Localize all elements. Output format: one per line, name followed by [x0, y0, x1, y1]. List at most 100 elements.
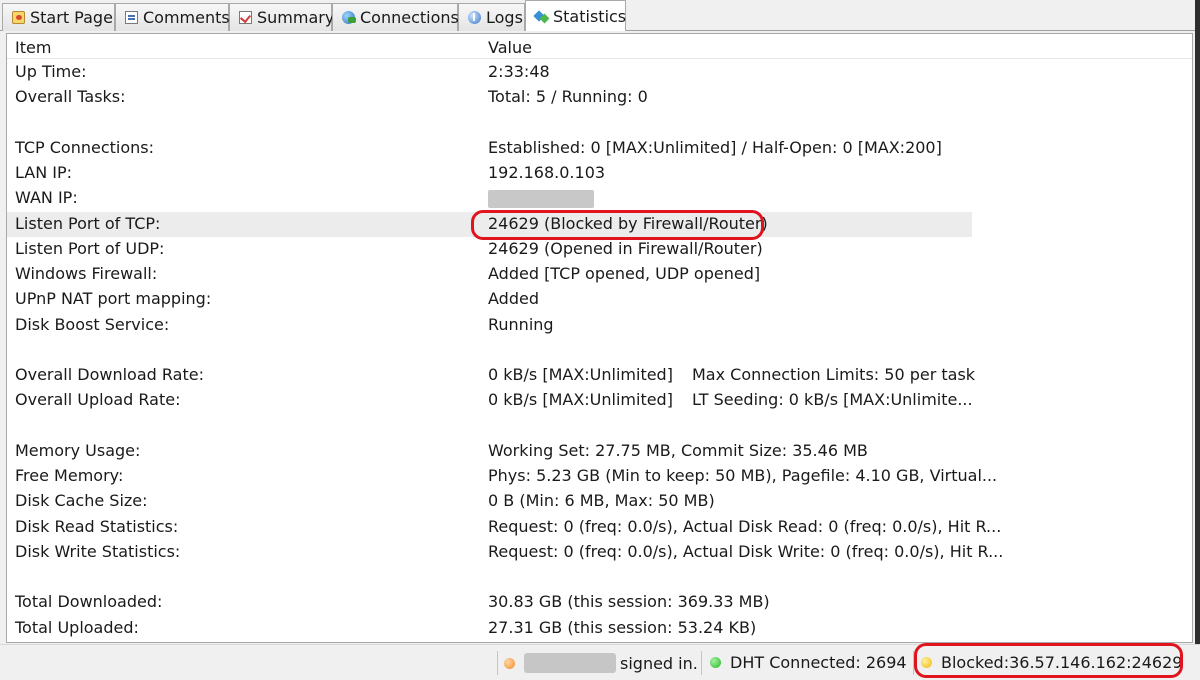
row-value: Established: 0 [MAX:Unlimited] / Half-Op…: [488, 137, 942, 157]
table-row[interactable]: WAN IP:: [7, 186, 972, 211]
row-item-label: Free Memory:: [15, 466, 124, 485]
row-item-label: Disk Cache Size:: [15, 491, 148, 511]
tab-summary[interactable]: Summary: [229, 3, 335, 31]
row-item-label: Windows Firewall:: [15, 264, 158, 283]
row-item-label: Overall Download Rate:: [15, 365, 204, 384]
row-value: 27.31 GB (this session: 53.24 KB): [488, 617, 757, 637]
dht-status[interactable]: DHT Connected: 2694: [710, 653, 907, 672]
table-row[interactable]: TCP Connections: Established: 0 [MAX:Unli…: [7, 136, 972, 161]
row-item-label: Overall Upload Rate:: [15, 390, 181, 410]
row-value-secondary: LT Seeding: 0 kB/s [MAX:Unlimite...: [692, 390, 973, 410]
row-item-label: LAN IP:: [15, 163, 73, 182]
row-value: Total: 5 / Running: 0: [488, 87, 648, 107]
tab-label: Logs: [486, 8, 523, 27]
redacted-username: [524, 653, 616, 673]
status-bar: signed in. DHT Connected: 2694 Blocked:3…: [0, 644, 1200, 680]
table-row[interactable]: Disk Boost Service: Running: [7, 313, 972, 338]
row-item-label: Disk Read Statistics:: [15, 516, 179, 536]
tab-connections[interactable]: Connections: [332, 3, 459, 31]
window-edge: [1195, 0, 1200, 644]
signed-in-status[interactable]: signed in.: [504, 653, 698, 673]
start-page-icon: [12, 11, 25, 24]
row-value: 24629 (Opened in Firewall/Router): [488, 238, 763, 258]
row-item-label: Total Uploaded:: [15, 617, 139, 637]
row-value-secondary: Max Connection Limits: 50 per task: [692, 365, 976, 384]
dht-dot-icon: [710, 657, 721, 668]
tab-label: Start Page: [30, 8, 113, 27]
table-row[interactable]: Listen Port of UDP: 24629 (Opened in Fire…: [7, 237, 972, 262]
table-row-spacer: [7, 414, 972, 439]
row-value: 24629 (Blocked by Firewall/Router): [488, 213, 768, 233]
row-item-label: Overall Tasks:: [15, 87, 126, 107]
row-value: 0 kB/s [MAX:Unlimited]: [488, 390, 673, 410]
status-separator: [913, 651, 914, 675]
tab-label: Comments: [143, 8, 230, 27]
table-row[interactable]: UPnP NAT port mapping: Added: [7, 287, 972, 312]
table-row[interactable]: LAN IP: 192.168.0.103: [7, 161, 972, 186]
tab-comments[interactable]: Comments: [115, 3, 230, 31]
tab-label: Statistics: [553, 6, 627, 26]
table-row-spacer: [7, 338, 972, 363]
blocked-label: Blocked:36.57.146.162:24629: [941, 653, 1183, 672]
row-value: Added [TCP opened, UDP opened]: [488, 264, 761, 283]
row-value: Added: [488, 289, 539, 309]
tab-start-page[interactable]: Start Page: [2, 3, 115, 31]
row-value: Phys: 5.23 GB (Min to keep: 50 MB), Page…: [488, 466, 998, 485]
table-row-spacer: [7, 111, 972, 136]
dht-label: DHT Connected: 2694: [730, 653, 907, 672]
summary-icon: [239, 11, 252, 24]
row-item-label: Listen Port of UDP:: [15, 238, 165, 258]
list-header: Item Value: [7, 34, 1192, 59]
row-value: 0 kB/s [MAX:Unlimited]: [488, 365, 673, 384]
table-row[interactable]: Free Memory: Phys: 5.23 GB (Min to keep: …: [7, 464, 997, 489]
statistics-icon: [535, 10, 548, 23]
status-separator: [497, 651, 498, 675]
tab-statistics[interactable]: Statistics: [525, 0, 626, 31]
row-value: 2:33:48: [488, 62, 550, 81]
status-separator: [701, 651, 702, 675]
tab-label: Connections: [360, 8, 459, 27]
table-row[interactable]: Memory Usage: Working Set: 27.75 MB, Comm…: [7, 439, 972, 464]
signed-in-dot-icon: [504, 657, 515, 669]
row-item-label: Disk Boost Service:: [15, 314, 170, 334]
statistics-list[interactable]: Item Value Up Time: 2:33:48 Overall Tasks:…: [6, 33, 1193, 643]
table-row[interactable]: Total Uploaded: 27.31 GB (this session: 5…: [7, 616, 972, 641]
row-value: Request: 0 (freq: 0.0/s), Actual Disk Wr…: [488, 541, 1004, 561]
row-item-label: Listen Port of TCP:: [15, 213, 161, 233]
blocked-dot-icon: [921, 657, 932, 668]
table-row[interactable]: Overall Tasks: Total: 5 / Running: 0: [7, 85, 972, 110]
table-row[interactable]: Up Time: 2:33:48: [7, 60, 972, 85]
connections-icon: [342, 11, 356, 24]
table-row[interactable]: Total Downloaded: 30.83 GB (this session:…: [7, 590, 972, 615]
row-value: 0 B (Min: 6 MB, Max: 50 MB): [488, 491, 715, 511]
blocked-status[interactable]: Blocked:36.57.146.162:24629: [921, 653, 1182, 672]
tab-label: Summary: [257, 8, 335, 27]
signed-in-label: signed in.: [620, 653, 698, 673]
table-row[interactable]: Windows Firewall: Added [TCP opened, UDP …: [7, 262, 972, 287]
row-item-label: Up Time:: [15, 62, 87, 81]
table-row-spacer: [7, 565, 972, 590]
row-value: Request: 0 (freq: 0.0/s), Actual Disk Re…: [488, 516, 1002, 536]
table-row[interactable]: Overall Upload Rate: 0 kB/s [MAX:Unlimite…: [7, 388, 973, 413]
row-value: 192.168.0.103: [488, 163, 606, 182]
table-row[interactable]: Listen Port of TCP: 24629 (Blocked by Fir…: [7, 211, 972, 237]
row-item-label: TCP Connections:: [15, 137, 154, 157]
row-value: 30.83 GB (this session: 369.33 MB): [488, 592, 770, 612]
table-row[interactable]: Overall Download Rate: 0 kB/s [MAX:Unlimi…: [7, 363, 976, 388]
row-value: Running: [488, 314, 554, 334]
row-item-label: Memory Usage:: [15, 440, 141, 460]
redacted-value: [488, 188, 594, 208]
redaction-block: [488, 189, 594, 208]
table-row[interactable]: Disk Write Statistics: Request: 0 (freq: …: [7, 540, 1003, 565]
row-item-label: Total Downloaded:: [15, 592, 163, 612]
row-item-label: Disk Write Statistics:: [15, 541, 181, 561]
tab-logs[interactable]: Logs: [458, 3, 525, 31]
column-header-item[interactable]: Item: [15, 38, 51, 57]
row-value: Working Set: 27.75 MB, Commit Size: 35.4…: [488, 440, 868, 460]
column-header-value[interactable]: Value: [488, 38, 532, 57]
table-row[interactable]: Disk Read Statistics: Request: 0 (freq: 0…: [7, 515, 1001, 540]
row-item-label: UPnP NAT port mapping:: [15, 289, 212, 309]
tab-bar: Start Page Comments Summary Connections …: [0, 0, 1200, 31]
table-row[interactable]: Disk Cache Size: 0 B (Min: 6 MB, Max: 50 …: [7, 489, 972, 514]
comments-icon: [125, 11, 138, 24]
